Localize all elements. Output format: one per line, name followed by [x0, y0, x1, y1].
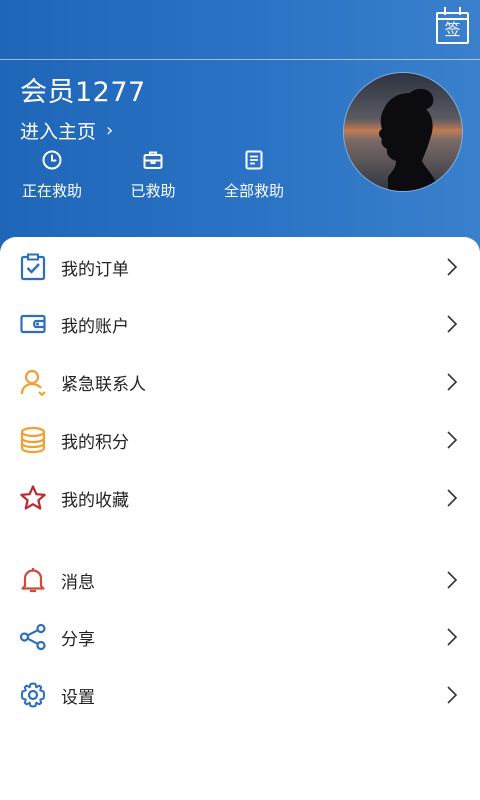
menu-item-messages[interactable]: 消息 — [0, 552, 480, 608]
bell-icon — [18, 565, 48, 595]
username: 会员1277 — [20, 77, 146, 108]
clipboard-check-icon — [18, 252, 48, 282]
menu-item-my-orders[interactable]: 我的订单 — [0, 239, 480, 295]
menu-item-settings[interactable]: 设置 — [0, 667, 480, 723]
profile-header: 签 会员1277 进入主页 › 正在救助 已救助 全部救助 — [0, 0, 480, 260]
stat-rescuing[interactable]: 正在救助 — [20, 149, 84, 201]
chevron-right-icon — [447, 686, 458, 704]
stat-label: 正在救助 — [21, 182, 82, 200]
menu-card: 我的订单 我的账户 紧急联系人 我的积分 我的收藏 消息 分享 设置 — [0, 237, 480, 800]
stat-rescued[interactable]: 已救助 — [128, 149, 178, 201]
header-divider — [0, 59, 480, 60]
chevron-right-icon — [447, 373, 458, 391]
menu-item-share[interactable]: 分享 — [0, 609, 480, 665]
clock-icon — [20, 149, 84, 171]
gear-icon — [18, 680, 48, 710]
menu-item-label: 设置 — [61, 687, 95, 708]
database-icon — [18, 425, 48, 455]
chevron-right-icon — [447, 315, 458, 333]
chevron-right-icon — [447, 489, 458, 507]
share-icon — [18, 622, 48, 652]
homepage-label: 进入主页 — [20, 121, 97, 143]
chevron-right-icon — [447, 571, 458, 589]
star-icon — [18, 483, 48, 513]
briefcase-icon — [128, 149, 178, 171]
sign-in-button[interactable]: 签 — [436, 7, 469, 44]
menu-item-label: 我的收藏 — [61, 490, 129, 511]
chevron-right-icon: › — [106, 120, 114, 141]
stat-label: 全部救助 — [223, 182, 284, 200]
menu-item-label: 消息 — [61, 572, 95, 593]
document-icon — [222, 149, 286, 171]
menu-item-label: 分享 — [61, 629, 95, 650]
wallet-icon — [18, 309, 48, 339]
menu-item-label: 我的积分 — [61, 432, 129, 453]
chevron-right-icon — [447, 258, 458, 276]
stat-label: 已救助 — [130, 182, 176, 200]
stat-all-rescue[interactable]: 全部救助 — [222, 149, 286, 201]
menu-item-my-favorites[interactable]: 我的收藏 — [0, 470, 480, 526]
sign-in-label: 签 — [444, 20, 461, 39]
avatar[interactable] — [343, 72, 463, 192]
menu-item-label: 紧急联系人 — [61, 374, 146, 395]
chevron-right-icon — [447, 628, 458, 646]
menu-item-my-points[interactable]: 我的积分 — [0, 412, 480, 468]
menu-item-label: 我的账户 — [61, 316, 129, 337]
menu-item-emergency-contact[interactable]: 紧急联系人 — [0, 354, 480, 410]
menu-item-my-account[interactable]: 我的账户 — [0, 296, 480, 352]
enter-homepage-link[interactable]: 进入主页 › — [20, 117, 113, 144]
person-icon — [18, 367, 48, 397]
menu-item-label: 我的订单 — [61, 259, 129, 280]
chevron-right-icon — [447, 431, 458, 449]
